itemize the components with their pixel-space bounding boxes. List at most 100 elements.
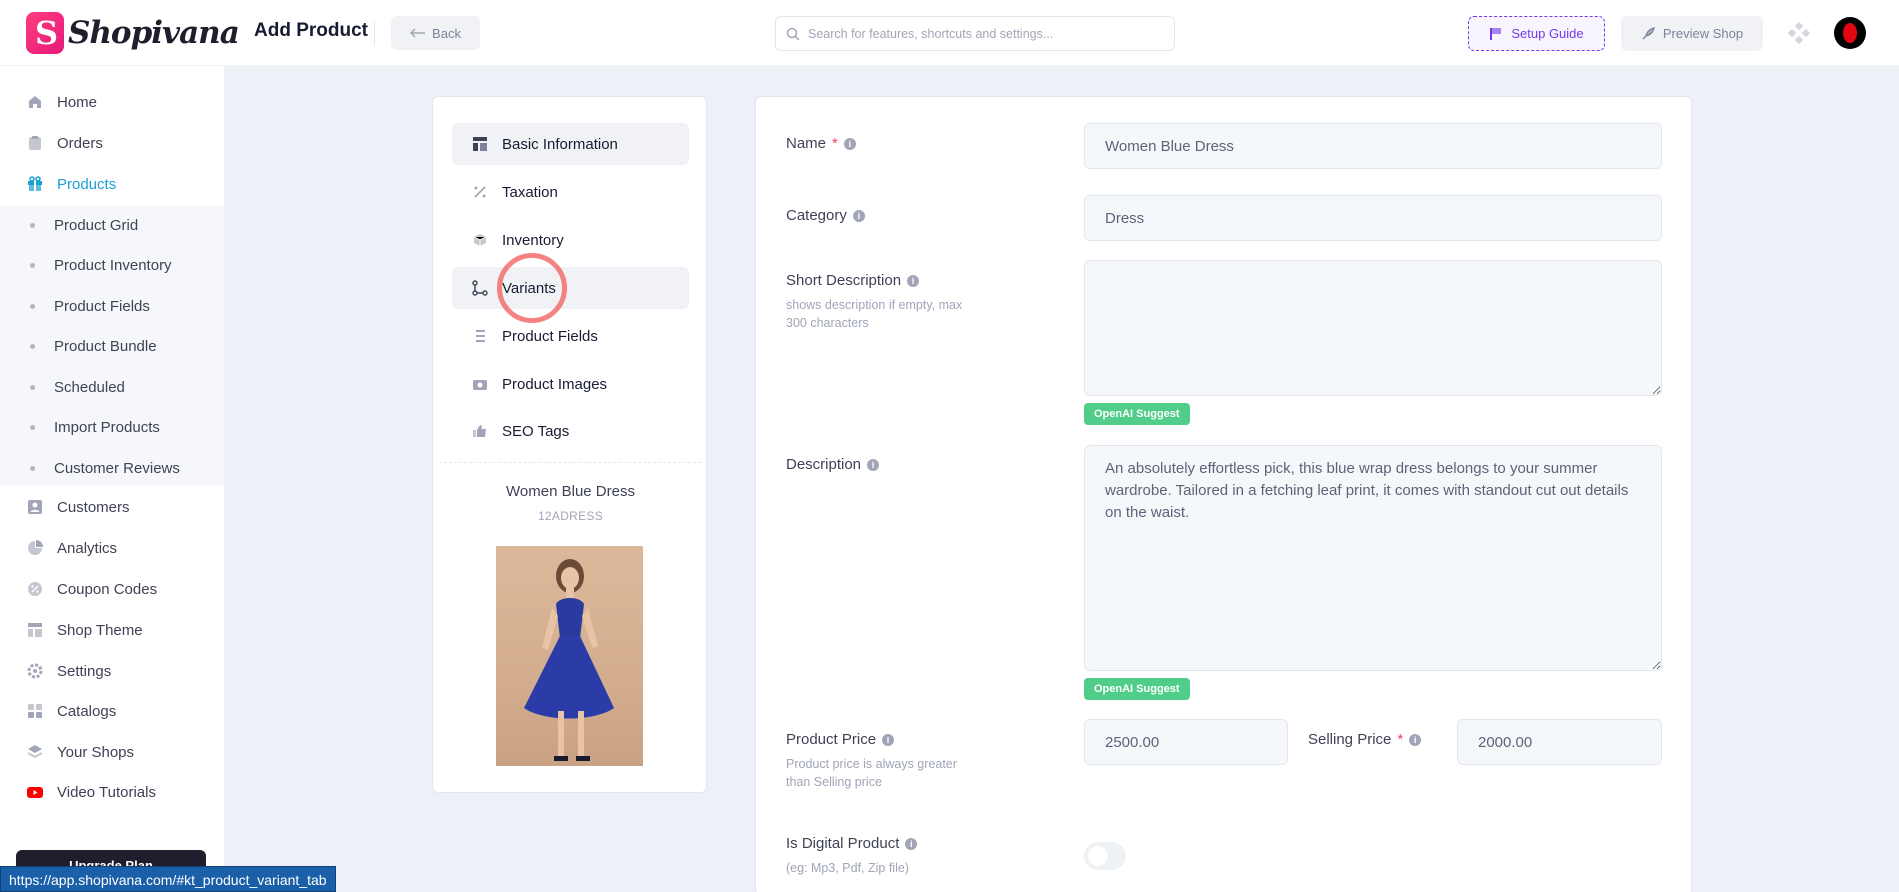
- sidebar-item-customers[interactable]: Customers: [0, 488, 224, 526]
- tab-seo-tags[interactable]: SEO Tags: [452, 410, 689, 452]
- name-label: Name * i: [786, 135, 856, 152]
- gear-icon: [27, 663, 42, 679]
- description-textarea[interactable]: An absolutely effortless pick, this blue…: [1084, 445, 1662, 671]
- bullet-icon: [30, 262, 35, 268]
- digital-product-label-text: Is Digital Product: [786, 835, 900, 852]
- tab-variants[interactable]: Variants: [452, 267, 689, 309]
- tab-label: Taxation: [502, 183, 558, 201]
- submenu-item-product-grid[interactable]: Product Grid: [0, 207, 224, 243]
- page-title: Add Product: [254, 20, 368, 41]
- name-input[interactable]: [1084, 123, 1662, 169]
- selling-price-label: Selling Price * i: [1308, 731, 1422, 748]
- submenu-item-product-fields[interactable]: Product Fields: [0, 288, 224, 324]
- info-icon[interactable]: i: [867, 458, 880, 471]
- list-icon: [476, 330, 485, 342]
- sidebar-item-home[interactable]: Home: [0, 83, 224, 121]
- submenu-label: Scheduled: [54, 378, 125, 396]
- info-icon[interactable]: i: [1409, 733, 1422, 746]
- sidebar-item-your-shops[interactable]: Your Shops: [0, 733, 224, 771]
- sidebar-item-label: Customers: [57, 498, 130, 516]
- status-url: https://app.shopivana.com/#kt_product_va…: [0, 866, 336, 892]
- bullet-icon: [30, 465, 35, 471]
- clipboard-icon: [28, 136, 41, 150]
- short-description-textarea[interactable]: [1084, 260, 1662, 396]
- product-price-label: Product Price i: [786, 731, 895, 748]
- sidebar-item-video-tutorials[interactable]: Video Tutorials: [0, 773, 224, 811]
- sidebar-item-orders[interactable]: Orders: [0, 124, 224, 162]
- tab-product-images[interactable]: Product Images: [452, 363, 689, 405]
- sidebar: Home Orders Products Product Grid Produc…: [0, 66, 224, 892]
- info-icon[interactable]: i: [882, 733, 895, 746]
- pie-chart-icon: [27, 540, 43, 555]
- sidebar-item-label: Analytics: [57, 539, 118, 557]
- logo-mark-icon: [26, 12, 64, 54]
- preview-shop-button[interactable]: Preview Shop: [1621, 16, 1763, 51]
- sidebar-item-coupon-codes[interactable]: Coupon Codes: [0, 570, 224, 608]
- thumbs-up-icon: [473, 425, 486, 437]
- click-indicator: [497, 253, 567, 323]
- coupon-icon: [27, 582, 42, 596]
- info-icon[interactable]: i: [905, 837, 918, 850]
- submenu-item-product-inventory[interactable]: Product Inventory: [0, 247, 224, 283]
- digital-product-toggle[interactable]: [1084, 842, 1126, 870]
- search-input[interactable]: [808, 26, 1148, 41]
- back-button[interactable]: Back: [391, 16, 480, 50]
- brand-name: Shopivana: [68, 15, 240, 51]
- sidebar-item-label: Shop Theme: [57, 621, 143, 639]
- setup-guide-button[interactable]: Setup Guide: [1468, 16, 1605, 51]
- product-preview-sku: 12ADRESS: [537, 509, 604, 523]
- user-avatar[interactable]: [1834, 17, 1866, 49]
- sidebar-item-products[interactable]: Products: [0, 165, 224, 203]
- tabs-divider: [439, 462, 701, 463]
- product-image[interactable]: [496, 546, 643, 766]
- submenu-item-import-products[interactable]: Import Products: [0, 409, 224, 445]
- sidebar-item-catalogs[interactable]: Catalogs: [0, 692, 224, 730]
- info-icon[interactable]: i: [907, 274, 920, 287]
- sidebar-item-shop-theme[interactable]: Shop Theme: [0, 611, 224, 649]
- selling-price-input[interactable]: [1457, 719, 1662, 765]
- home-icon: [28, 96, 41, 108]
- sidebar-item-analytics[interactable]: Analytics: [0, 529, 224, 567]
- tab-basic-information[interactable]: Basic Information: [452, 123, 689, 165]
- title-divider: [374, 21, 375, 45]
- bullet-icon: [30, 343, 35, 349]
- search-icon: [786, 27, 800, 41]
- dress-photo-icon: [524, 559, 614, 761]
- product-price-input[interactable]: [1084, 719, 1288, 765]
- sidebar-item-label: Orders: [57, 134, 103, 152]
- rocket-icon: [1642, 26, 1655, 39]
- product-price-hint: Product price is always greater than Sel…: [786, 757, 957, 789]
- sidebar-item-label: Products: [57, 175, 117, 193]
- avatar-logo-icon: [1843, 23, 1857, 43]
- top-header: Shopivana Add Product Back Setup Guide P…: [0, 0, 1899, 66]
- sidebar-item-settings[interactable]: Settings: [0, 652, 224, 690]
- tab-inventory[interactable]: Inventory: [452, 219, 689, 261]
- user-icon: [27, 500, 42, 514]
- digital-product-hint: (eg: Mp3, Pdf, Zip file): [786, 861, 909, 875]
- openai-suggest-short-button[interactable]: OpenAI Suggest: [1084, 403, 1190, 425]
- submenu-item-product-bundle[interactable]: Product Bundle: [0, 328, 224, 364]
- tab-taxation[interactable]: Taxation: [452, 171, 689, 213]
- submenu-item-scheduled[interactable]: Scheduled: [0, 369, 224, 405]
- description-label: Description i: [786, 456, 880, 473]
- tab-label: Inventory: [502, 231, 564, 249]
- apps-grid-icon[interactable]: [1788, 22, 1810, 44]
- short-description-label-text: Short Description: [786, 272, 902, 289]
- preview-shop-label: Preview Shop: [1662, 26, 1744, 41]
- sidebar-item-label: Catalogs: [57, 702, 117, 720]
- tab-label: Basic Information: [502, 135, 618, 153]
- youtube-icon: [26, 787, 43, 798]
- tab-product-fields[interactable]: Product Fields: [452, 315, 689, 357]
- brand-logo[interactable]: Shopivana: [26, 12, 240, 54]
- submenu-item-customer-reviews[interactable]: Customer Reviews: [0, 450, 224, 486]
- product-tabs-card: Basic Information Taxation Inventory Var…: [432, 96, 707, 793]
- bullet-icon: [30, 222, 35, 228]
- openai-suggest-description-button[interactable]: OpenAI Suggest: [1084, 678, 1190, 700]
- info-icon[interactable]: i: [852, 209, 865, 222]
- info-icon[interactable]: i: [843, 137, 856, 150]
- search-box[interactable]: [775, 16, 1175, 51]
- layers-icon: [27, 745, 42, 759]
- selling-price-label-text: Selling Price: [1308, 731, 1392, 748]
- category-input[interactable]: [1084, 195, 1662, 241]
- percent-icon: [474, 186, 486, 198]
